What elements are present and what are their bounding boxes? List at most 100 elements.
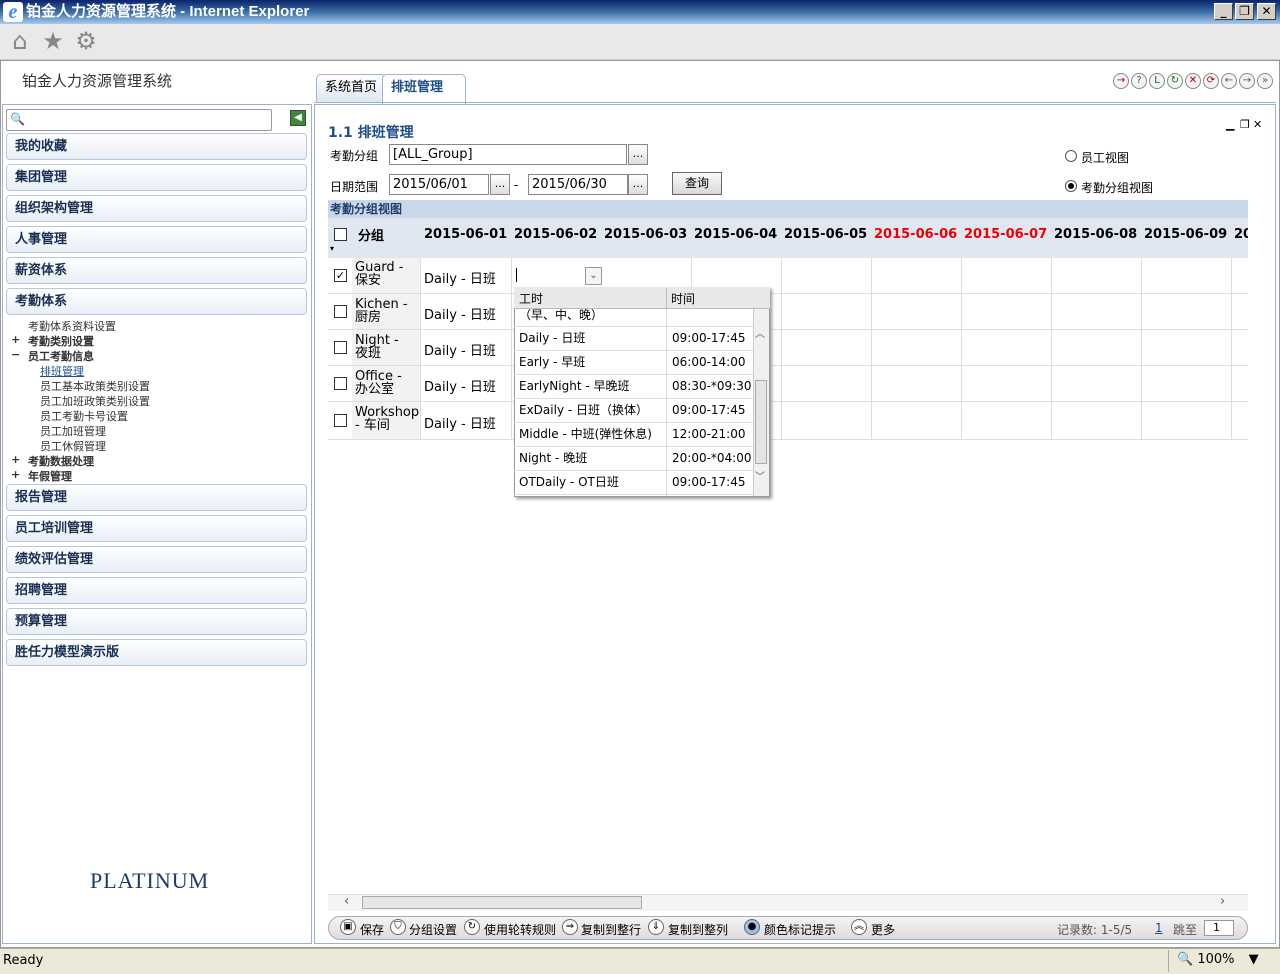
sidebar-item-data-processing[interactable]: 考勤数据处理 <box>28 453 94 469</box>
expand-icon[interactable]: + <box>11 468 20 481</box>
sidebar-item-attendance-settings[interactable]: 考勤体系资料设置 <box>28 318 116 334</box>
rotation-rule-button[interactable]: 使用轮转规则 <box>484 921 556 938</box>
group-view-radio[interactable] <box>1065 180 1077 192</box>
cancel-icon[interactable]: ✕ <box>1185 73 1201 89</box>
group-picker-button[interactable]: ... <box>628 144 648 165</box>
dropdown-partial-row[interactable]: （早、中、晚） <box>514 309 754 327</box>
row-checkbox[interactable] <box>334 414 347 427</box>
exit-icon[interactable]: → <box>1113 73 1129 89</box>
menu-hr[interactable]: 人事管理 <box>6 226 307 253</box>
dropdown-scroll-thumb[interactable] <box>755 380 767 464</box>
collapse-icon[interactable]: − <box>11 348 20 361</box>
menu-org[interactable]: 组织架构管理 <box>6 195 307 222</box>
sort-down-icon[interactable]: ▾ <box>330 244 334 253</box>
row-shift[interactable]: Daily - 日班 <box>424 340 496 359</box>
favorites-star-icon[interactable]: ★ <box>39 27 67 55</box>
save-button[interactable]: 保存 <box>360 921 384 938</box>
more-button[interactable]: 更多 <box>871 921 895 938</box>
scroll-up-icon[interactable]: ︿ <box>755 325 765 340</box>
date-to-picker-button[interactable]: ... <box>628 174 648 195</box>
row-checkbox[interactable] <box>334 341 347 354</box>
dropdown-option[interactable]: EarlyNight - 早晚班 08:30-*09:30 <box>514 375 754 399</box>
copy-to-column-button[interactable]: 复制到整列 <box>668 921 728 938</box>
employee-view-radio[interactable] <box>1065 150 1077 162</box>
sidebar-item-basic-policy[interactable]: 员工基本政策类别设置 <box>40 378 150 394</box>
menu-favorites[interactable]: 我的收藏 <box>6 133 307 160</box>
group-input[interactable]: [ALL_Group] <box>389 144 627 165</box>
employee-view-label[interactable]: 员工视图 <box>1081 149 1129 166</box>
menu-attendance[interactable]: 考勤体系 <box>6 288 307 315</box>
forward-icon[interactable]: → <box>1239 73 1255 89</box>
page-number-link[interactable]: 1 <box>1155 921 1163 935</box>
jump-to-input[interactable]: 1 <box>1204 920 1234 936</box>
menu-competency[interactable]: 胜任力模型演示版 <box>6 639 307 666</box>
sidebar-item-leave-management[interactable]: 员工休假管理 <box>40 438 106 454</box>
row-checkbox[interactable]: ✓ <box>334 269 347 282</box>
sidebar-item-shift-management[interactable]: 排班管理 <box>40 363 84 379</box>
date-from-picker-button[interactable]: ... <box>490 174 510 195</box>
scroll-down-icon[interactable]: ﹀ <box>755 468 765 483</box>
date-header: 2015-06-01 <box>424 227 508 242</box>
menu-payroll[interactable]: 薪资体系 <box>6 257 307 284</box>
dropdown-option[interactable]: Early - 早班 06:00-14:00 <box>514 351 754 375</box>
sidebar-search-input[interactable] <box>6 109 272 131</box>
select-all-checkbox[interactable] <box>334 228 347 241</box>
back-icon[interactable]: ← <box>1221 73 1237 89</box>
sidebar-item-attendance-category[interactable]: 考勤类别设置 <box>28 333 94 349</box>
row-shift[interactable]: Daily - 日班 <box>424 304 496 323</box>
menu-recruiting[interactable]: 招聘管理 <box>6 577 307 604</box>
close-button[interactable]: ✕ <box>1257 3 1276 20</box>
scroll-right-icon[interactable]: › <box>1220 894 1225 909</box>
sidebar-item-overtime-management[interactable]: 员工加班管理 <box>40 423 106 439</box>
scroll-left-icon[interactable]: ‹ <box>344 894 349 909</box>
menu-training[interactable]: 员工培训管理 <box>6 515 307 542</box>
collapse-sidebar-icon[interactable]: ◀ <box>290 110 306 126</box>
menu-group[interactable]: 集团管理 <box>6 164 307 191</box>
minimize-button[interactable]: _ <box>1214 3 1233 20</box>
menu-performance[interactable]: 绩效评估管理 <box>6 546 307 573</box>
sidebar-item-employee-attendance[interactable]: 员工考勤信息 <box>28 348 94 364</box>
zoom-dropdown-icon[interactable]: ▼ <box>1249 952 1259 967</box>
group-view-label[interactable]: 考勤分组视图 <box>1081 179 1153 196</box>
row-checkbox[interactable] <box>334 305 347 318</box>
copy-to-row-button[interactable]: 复制到整行 <box>581 921 641 938</box>
row-shift[interactable]: Daily - 日班 <box>424 376 496 395</box>
group-settings-button[interactable]: 分组设置 <box>409 921 457 938</box>
expand-down-icon[interactable]: » <box>1257 73 1273 89</box>
row-shift[interactable]: Daily - 日班 <box>424 413 496 432</box>
panel-minimize-icon[interactable]: ▁ <box>1226 118 1234 131</box>
sidebar-item-annual-leave[interactable]: 年假管理 <box>28 468 72 484</box>
grid-scroll-thumb[interactable] <box>362 896 642 909</box>
refresh-green-icon[interactable]: ↻ <box>1167 73 1183 89</box>
expand-icon[interactable]: + <box>11 453 20 466</box>
dropdown-option[interactable]: Night - 晚班 20:00-*04:00 <box>514 447 754 471</box>
dropdown-option[interactable]: ExDaily - 日班（换体） 09:00-17:45 <box>514 399 754 423</box>
sidebar-item-overtime-policy[interactable]: 员工加班政策类别设置 <box>40 393 150 409</box>
restore-button[interactable]: ❐ <box>1235 3 1254 20</box>
row-shift[interactable]: Daily - 日班 <box>424 268 496 287</box>
home-icon[interactable]: ⌂ <box>6 27 34 55</box>
date-header-weekend: 2015-06-07 <box>964 227 1048 242</box>
dropdown-option[interactable]: Middle - 中班(弹性休息) 12:00-21:00 <box>514 423 754 447</box>
dropdown-option[interactable]: Daily - 日班 09:00-17:45 <box>514 327 754 351</box>
login-icon[interactable]: L <box>1149 73 1165 89</box>
settings-gear-icon[interactable]: ⚙ <box>72 27 100 55</box>
row-checkbox[interactable] <box>334 377 347 390</box>
tab-home[interactable]: 系统首页 <box>316 74 387 102</box>
reload-icon[interactable]: ⟳ <box>1203 73 1219 89</box>
panel-close-icon[interactable]: ✕ <box>1253 118 1262 131</box>
date-from-input[interactable]: 2015/06/01 <box>389 174 489 195</box>
menu-budget[interactable]: 预算管理 <box>6 608 307 635</box>
zoom-control[interactable]: 🔍 100% ▼ <box>1168 950 1280 972</box>
chevron-down-icon[interactable]: ⌄ <box>585 267 602 285</box>
sidebar-item-card-number[interactable]: 员工考勤卡号设置 <box>40 408 128 424</box>
dropdown-option[interactable]: OTDaily - OT日班 09:00-17:45 <box>514 471 754 495</box>
help-icon[interactable]: ? <box>1131 73 1147 89</box>
query-button[interactable]: 查询 <box>672 172 722 195</box>
expand-icon[interactable]: + <box>11 333 20 346</box>
menu-reports[interactable]: 报告管理 <box>6 484 307 511</box>
date-to-input[interactable]: 2015/06/30 <box>528 174 628 195</box>
panel-restore-icon[interactable]: ❐ <box>1240 118 1250 131</box>
tab-shift-management[interactable]: 排班管理 <box>382 74 466 104</box>
color-hint-button[interactable]: 颜色标记提示 <box>764 921 836 938</box>
